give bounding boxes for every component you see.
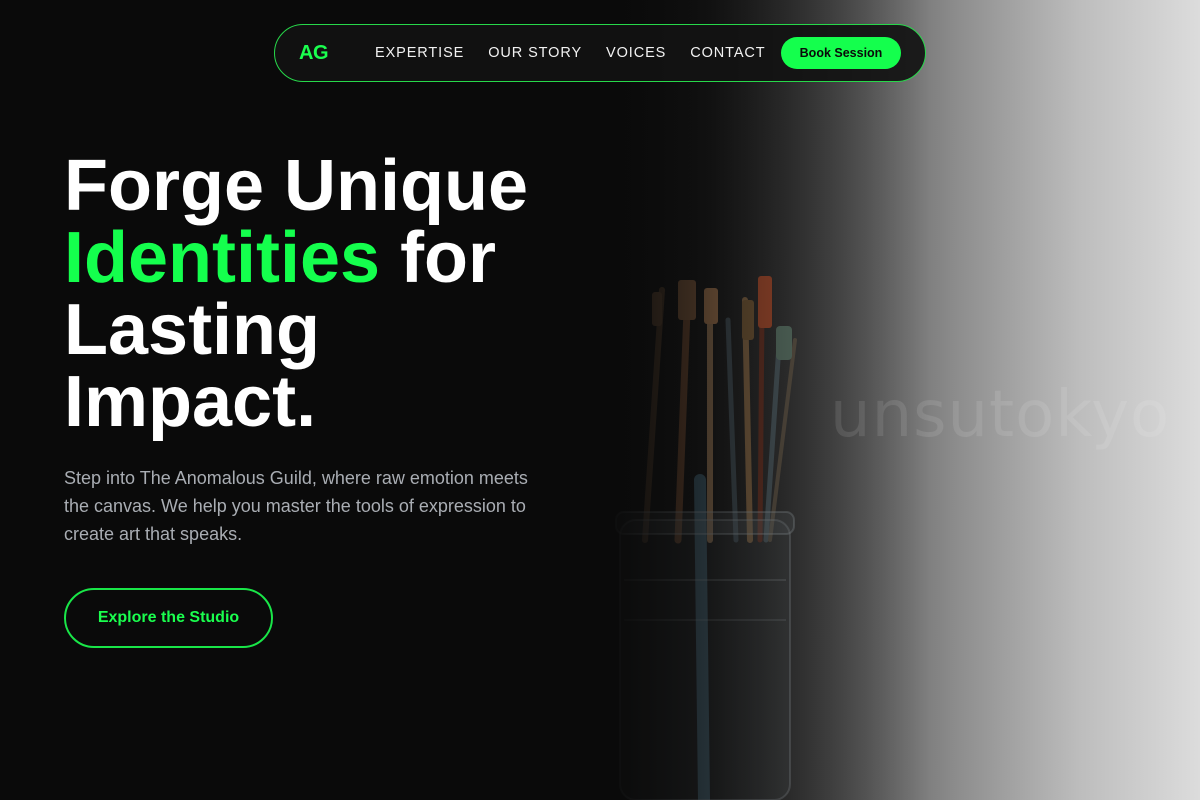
hero-headline: Forge Unique Identities for Lasting Impa…: [64, 150, 604, 438]
headline-line-1: Forge Unique: [64, 146, 528, 226]
headline-line-2-rest: for: [380, 218, 497, 298]
nav-links: EXPERTISE OUR STORY VOICES CONTACT: [375, 45, 766, 61]
top-navigation: AG EXPERTISE OUR STORY VOICES CONTACT Bo…: [274, 24, 926, 82]
headline-line-4: Impact.: [64, 362, 317, 442]
explore-studio-button[interactable]: Explore the Studio: [64, 588, 273, 648]
nav-link-contact[interactable]: CONTACT: [690, 45, 765, 61]
hero-subtitle: Step into The Anomalous Guild, where raw…: [64, 468, 528, 544]
image-watermark: unsutokyo: [830, 378, 1171, 452]
headline-accent: Identities: [64, 218, 381, 298]
nav-link-voices[interactable]: VOICES: [606, 45, 666, 61]
nav-link-our-story[interactable]: OUR STORY: [488, 45, 582, 61]
book-session-button[interactable]: Book Session: [781, 37, 901, 69]
nav-link-expertise[interactable]: EXPERTISE: [375, 45, 464, 61]
headline-line-3: Lasting: [64, 290, 321, 370]
logo[interactable]: AG: [299, 42, 375, 65]
hero-image: unsutokyo: [600, 0, 1200, 800]
